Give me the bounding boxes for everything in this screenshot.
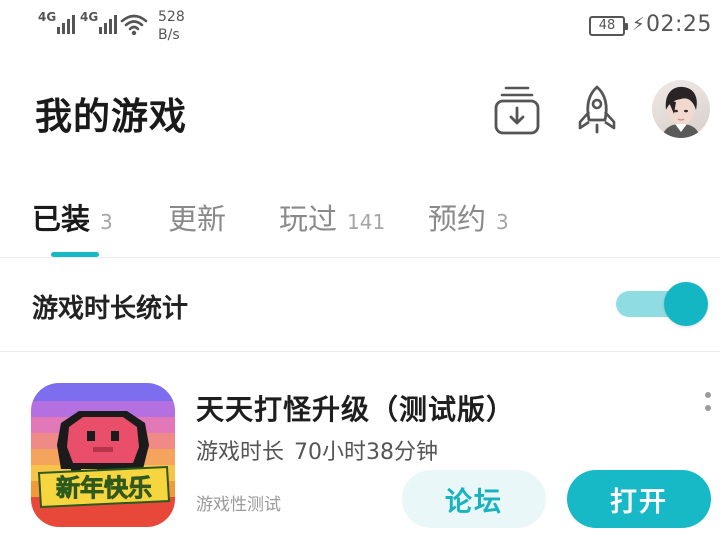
signal-2: 4G bbox=[80, 10, 118, 34]
tab-reserved[interactable]: 预约 3 bbox=[428, 196, 509, 238]
network-speed: 528 B/s bbox=[158, 8, 185, 44]
tab-bar: 已装 3 更新 玩过 141 预约 3 bbox=[0, 186, 720, 258]
tab-count: 3 bbox=[496, 210, 509, 234]
network-type-label: 4G bbox=[80, 10, 99, 24]
tab-label: 已装 bbox=[32, 202, 91, 236]
status-bar: 4G 4G 528 B/s 48 ⚡ 02:25 bbox=[0, 0, 720, 52]
tab-count: 3 bbox=[100, 210, 113, 234]
tab-played[interactable]: 玩过 141 bbox=[279, 196, 385, 238]
network-speed-value: 528 bbox=[158, 9, 185, 25]
game-icon-art: 新年快乐 bbox=[31, 383, 175, 527]
battery-icon: 48 bbox=[589, 16, 628, 36]
active-tab-indicator bbox=[51, 252, 99, 257]
tab-count: 141 bbox=[347, 210, 386, 234]
game-tag: 游戏性测试 bbox=[196, 495, 281, 515]
tab-label: 更新 bbox=[168, 202, 227, 236]
download-manager-icon[interactable] bbox=[492, 82, 542, 138]
open-game-button[interactable]: 打开 bbox=[567, 470, 711, 528]
network-type-label: 4G bbox=[38, 10, 57, 24]
tab-updates[interactable]: 更新 bbox=[168, 196, 226, 238]
game-list-item[interactable]: 新年快乐 天天打怪升级（测试版） 游戏时长 70小时38分钟 游戏性测试 论坛 打… bbox=[0, 352, 720, 549]
charging-icon: ⚡ bbox=[632, 14, 645, 35]
playtime-stats-row: 游戏时长统计 bbox=[0, 258, 720, 352]
signal-bars-icon bbox=[57, 12, 76, 34]
playtime-stats-label: 游戏时长统计 bbox=[32, 294, 189, 324]
toggle-knob bbox=[664, 282, 708, 326]
avatar[interactable] bbox=[652, 80, 710, 138]
signal-bars-icon bbox=[99, 12, 118, 34]
game-playtime: 游戏时长 70小时38分钟 bbox=[196, 434, 438, 466]
game-icon[interactable]: 新年快乐 bbox=[31, 383, 175, 527]
game-name: 天天打怪升级（测试版） bbox=[196, 393, 516, 426]
page-title: 我的游戏 bbox=[35, 95, 187, 138]
tab-installed[interactable]: 已装 3 bbox=[32, 196, 113, 238]
tab-label: 预约 bbox=[428, 202, 487, 236]
network-speed-unit: B/s bbox=[158, 27, 180, 43]
playtime-value: 70小时38分钟 bbox=[294, 440, 439, 465]
playtime-stats-toggle[interactable] bbox=[616, 282, 708, 326]
user-avatar-image bbox=[662, 86, 700, 138]
more-options-icon[interactable] bbox=[700, 390, 716, 420]
forum-button[interactable]: 论坛 bbox=[402, 470, 546, 528]
wifi-icon bbox=[120, 14, 148, 36]
tab-label: 玩过 bbox=[279, 202, 338, 236]
game-icon-caption: 新年快乐 bbox=[56, 474, 152, 502]
rocket-icon[interactable] bbox=[572, 82, 622, 138]
clock: 02:25 bbox=[646, 12, 712, 37]
playtime-label: 游戏时长 bbox=[196, 440, 285, 465]
signal-1: 4G bbox=[38, 10, 76, 34]
